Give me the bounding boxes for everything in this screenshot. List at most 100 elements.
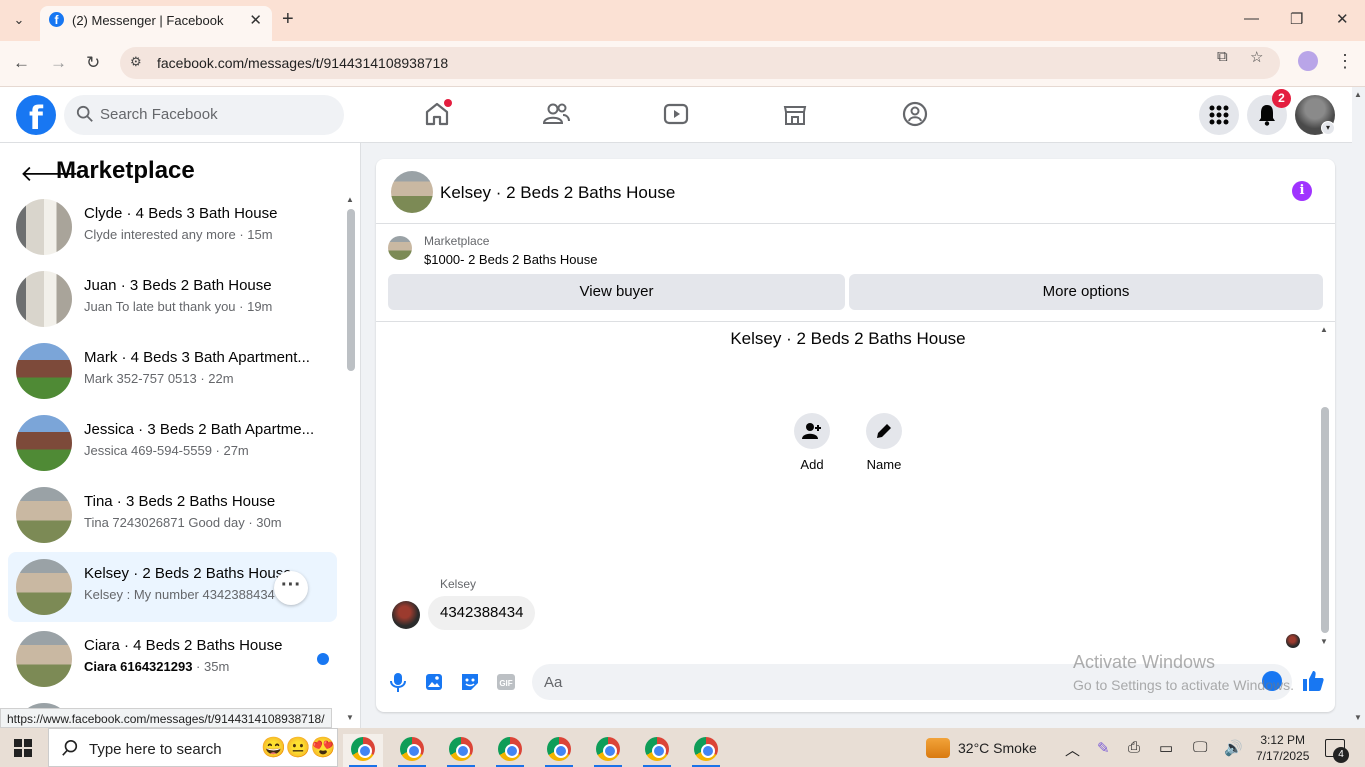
message-bubble[interactable]: 4342388434 [428,596,536,630]
info-icon[interactable]: i [1292,181,1312,201]
restore-icon[interactable]: ❐ [1290,10,1303,28]
like-thumb-icon[interactable] [1301,669,1325,693]
volume-icon[interactable]: 🔊 [1224,739,1243,757]
reload-icon[interactable]: ↻ [86,53,100,73]
taskbar-search-placeholder: Type here to search [89,741,222,758]
activate-windows-subtitle: Go to Settings to activate Windows. [1073,677,1294,693]
sender-avatar[interactable] [392,601,420,629]
chrome-icon [694,737,718,761]
chat-listing-thumbnail[interactable] [391,171,433,213]
microphone-icon[interactable] [387,671,409,693]
preview-text: Ciara 6164321293 [84,659,193,674]
conversation-name: Ciara · 4 Beds 2 Baths House [84,637,283,654]
menu-grid-icon[interactable] [1199,95,1239,135]
conversation-name: Tina · 3 Beds 2 Baths House [84,493,276,510]
facebook-logo-icon[interactable]: f [16,95,56,137]
weather-text[interactable]: 32°C Smoke [958,740,1037,756]
chrome-taskbar-app[interactable] [392,734,432,767]
conversation-item-active[interactable]: Kelsey · 2 Beds 2 Baths House Kelsey : M… [8,552,337,622]
chat-title[interactable]: Kelsey · 2 Beds 2 Baths House [440,183,675,203]
chrome-icon [351,737,375,761]
page-scroll-up-icon[interactable]: ▲ [1354,90,1362,99]
url-text: facebook.com/messages/t/9144314108938718 [157,55,449,71]
tray-chevron-up-icon[interactable]: ︿ [1065,739,1080,760]
search-input[interactable]: Search Facebook [64,95,344,135]
add-label: Add [800,457,824,472]
taskbar-search-input[interactable]: Type here to search 😄😐😍 [48,728,338,767]
conversation-item[interactable]: Ciara · 4 Beds 2 Baths House Ciara 61643… [8,624,337,694]
sticker-icon[interactable] [459,671,481,693]
scroll-up-icon[interactable]: ▲ [346,195,354,204]
groups-icon[interactable] [900,99,930,129]
conversation-item[interactable]: Mark · 4 Beds 3 Bath Apartment... Mark 3… [8,336,337,406]
close-tab-icon[interactable]: ✕ [249,11,262,29]
browser-tab-bar: ⌄ f (2) Messenger | Facebook ✕ + — ❐ ✕ [0,0,1365,41]
listing-thumbnail [16,271,72,327]
chrome-taskbar-app[interactable] [588,734,628,767]
chrome-taskbar-app[interactable] [637,734,677,767]
conversation-item[interactable]: Juan · 3 Beds 2 Bath House Juan To late … [8,264,337,334]
preview-time: · 35m [192,659,230,674]
message-sender: Kelsey [440,577,477,591]
conversation-item[interactable]: Tina · 3 Beds 2 Baths House Tina 7243026… [8,480,337,550]
conversation-more-icon[interactable]: ··· [274,571,308,605]
add-person-button[interactable]: Add [782,413,842,472]
conversation-name: Jessica · 3 Beds 2 Bath Apartme... [84,421,315,438]
svg-text:GIF: GIF [499,679,512,688]
site-info-icon[interactable]: ⚙ [130,54,142,70]
chrome-taskbar-app[interactable] [343,734,383,767]
address-bar[interactable]: ⚙ facebook.com/messages/t/91443141089387… [120,47,1280,79]
minimize-icon[interactable]: — [1244,10,1259,27]
conversation-item[interactable]: Jessica · 3 Beds 2 Bath Apartme... Jessi… [8,408,337,478]
taskbar-clock[interactable]: 3:12 PM 7/17/2025 [1256,732,1309,764]
pen-icon[interactable]: ✎ [1097,739,1110,757]
battery-icon[interactable]: ▭ [1159,739,1173,757]
scroll-down-icon[interactable]: ▼ [1320,637,1328,646]
conversation-preview: Jessica 469-594-5559 · 27m [84,443,249,458]
marketplace-icon[interactable] [780,99,810,129]
action-center-badge: 4 [1333,747,1349,763]
view-buyer-button[interactable]: View buyer [388,274,845,310]
chrome-taskbar-app[interactable] [441,734,481,767]
forward-icon[interactable]: → [50,53,67,73]
chrome-taskbar-app[interactable] [490,734,530,767]
more-options-button[interactable]: More options [849,274,1323,310]
weather-smoke-icon[interactable] [926,738,950,758]
page-scroll-down-icon[interactable]: ▼ [1354,713,1362,722]
chrome-taskbar-app[interactable] [539,734,579,767]
back-icon[interactable]: ← [13,53,30,73]
message-placeholder: Aa [544,674,563,691]
video-icon[interactable] [661,99,691,129]
divider [376,321,1335,322]
browser-menu-icon[interactable]: ⋮ [1336,51,1354,72]
close-window-icon[interactable]: ✕ [1336,10,1349,28]
bookmark-star-icon[interactable]: ☆ [1250,48,1263,66]
clock-time: 3:12 PM [1260,733,1306,747]
status-bar-url: https://www.facebook.com/messages/t/9144… [0,708,332,728]
edit-name-button[interactable]: Name [854,413,914,472]
conversation-name: Juan · 3 Beds 2 Bath House [84,277,272,294]
network-icon[interactable]: 🖵 [1193,739,1207,756]
photo-icon[interactable] [423,671,445,693]
browser-tab[interactable]: f (2) Messenger | Facebook ✕ [40,6,272,41]
gif-icon[interactable]: GIF [495,671,517,693]
listing-price: $1000- 2 Beds 2 Baths House [424,252,598,267]
sidebar-scrollbar[interactable] [347,209,355,371]
tab-search-chevron-icon[interactable]: ⌄ [6,8,32,32]
chrome-taskbar-app[interactable] [686,734,726,767]
conversation-item[interactable]: Clyde · 4 Beds 3 Bath House Clyde intere… [8,192,337,262]
friends-icon[interactable] [541,99,571,129]
windows-start-icon[interactable] [14,739,32,757]
chat-scrollbar[interactable] [1321,407,1329,633]
scroll-up-icon[interactable]: ▲ [1320,325,1328,334]
listing-thumbnail [16,487,72,543]
extension-icon[interactable] [1298,51,1318,71]
scroll-down-icon[interactable]: ▼ [346,713,354,722]
conversation-title: Kelsey · 2 Beds 2 Baths House [730,329,966,348]
meet-now-icon[interactable]: ⎙ [1128,739,1140,756]
account-chevron-icon[interactable]: ▾ [1321,121,1335,135]
chrome-icon [498,737,522,761]
install-app-icon[interactable]: ⧉ [1217,48,1228,65]
new-tab-icon[interactable]: + [282,8,294,31]
chat-panel: Kelsey · 2 Beds 2 Baths House i Marketpl… [376,159,1335,712]
